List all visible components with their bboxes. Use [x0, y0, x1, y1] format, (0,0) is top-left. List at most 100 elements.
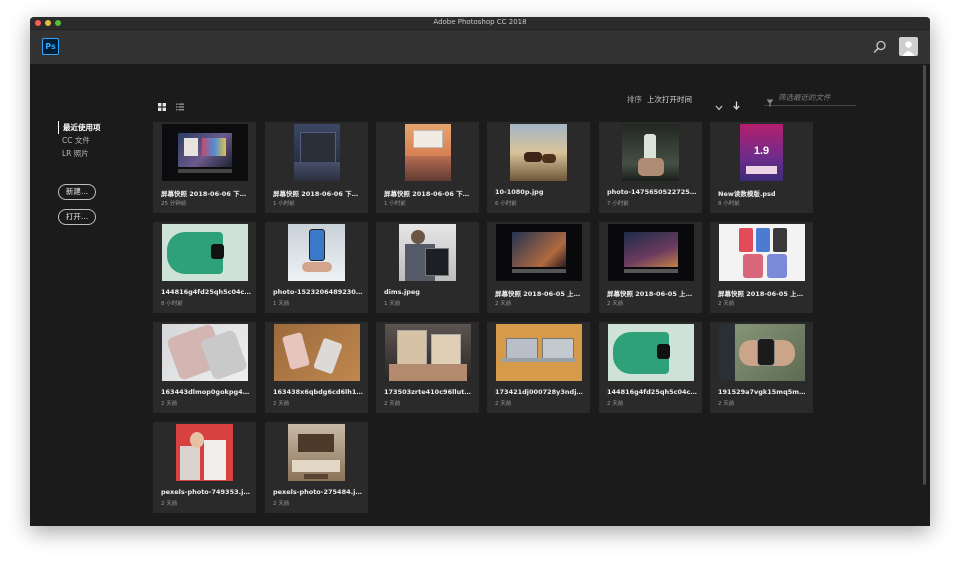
- file-thumbnail[interactable]: [487, 322, 590, 383]
- new-button[interactable]: 新建...: [58, 184, 96, 200]
- file-name: 163438x6qbdg6cd6lh1acb.jpg.thumb: [273, 388, 363, 396]
- file-name: New读数模版.psd: [718, 190, 776, 198]
- sort-label: 排序: [627, 95, 642, 104]
- file-thumbnail[interactable]: [265, 222, 368, 283]
- file-card[interactable]: 屏幕快照 2018-06-05 上午10.09.11 2 天前: [599, 222, 702, 313]
- photoshop-logo: Ps: [42, 38, 59, 55]
- file-name: 144816g4fd25qh5c04c6zt.jpg.thumb: [607, 388, 697, 396]
- file-thumbnail[interactable]: [153, 422, 256, 483]
- file-name: 144816g4fd25qh5c04c6zt.jpg.thumb: [161, 288, 251, 296]
- file-thumbnail[interactable]: [599, 222, 702, 283]
- file-name: photo-1523206489230-c012c64b2: [273, 288, 363, 296]
- file-time: 2 天前: [273, 401, 290, 407]
- file-time: 2 天前: [273, 501, 290, 507]
- file-thumbnail[interactable]: [599, 322, 702, 383]
- file-thumbnail[interactable]: [265, 122, 368, 183]
- vertical-scrollbar[interactable]: [923, 65, 926, 485]
- file-name: 屏幕快照 2018-06-06 下午1.31.15: [273, 190, 363, 198]
- file-time: 2 天前: [718, 301, 735, 307]
- file-name: 173503zrte410c96llutrf.jpg: [384, 388, 474, 396]
- file-thumbnail[interactable]: [153, 322, 256, 383]
- file-time: 2 天前: [607, 401, 624, 407]
- file-name: 10-1080p.jpg: [495, 188, 544, 196]
- file-thumbnail[interactable]: [599, 122, 702, 183]
- sidebar-item-cc-files[interactable]: CC 文件: [58, 134, 101, 147]
- file-time: 1 天前: [384, 301, 401, 307]
- file-card[interactable]: 屏幕快照 2018-06-06 下午1.31.53 25 分钟前: [153, 122, 256, 213]
- file-thumbnail[interactable]: [487, 222, 590, 283]
- file-card[interactable]: 163438x6qbdg6cd6lh1acb.jpg.thumb 2 天前: [265, 322, 368, 413]
- file-card[interactable]: 163443dlmop0gokpg4eea.jpg.thumb 2 天前: [153, 322, 256, 413]
- file-name: pexels-photo-749353.jpeg: [161, 488, 251, 496]
- file-name: 173421dj000728y3ndjjzx.jpg: [495, 388, 585, 396]
- app-header: Ps: [30, 30, 930, 64]
- file-card[interactable]: 144816g4fd25qh5c04c6zt.jpg.thumb 2 天前: [599, 322, 702, 413]
- open-button[interactable]: 打开...: [58, 209, 96, 225]
- file-card[interactable]: dims.jpeg 1 天前: [376, 222, 479, 313]
- file-thumbnail[interactable]: [487, 122, 590, 183]
- sidebar-nav: 最近使用项 CC 文件 LR 照片: [58, 121, 101, 160]
- file-name: 屏幕快照 2018-06-06 下午1.31.53: [161, 190, 251, 198]
- filter-input[interactable]: [778, 90, 854, 104]
- file-time: 2 天前: [384, 401, 401, 407]
- file-card[interactable]: 屏幕快照 2018-06-06 下午1.28.44 1 小时前: [376, 122, 479, 213]
- file-time: 6 小时前: [495, 201, 517, 207]
- sort-select[interactable]: 上次打开时间: [647, 94, 692, 105]
- file-card[interactable]: photo-1523206489230-c012c64b2 1 天前: [265, 222, 368, 313]
- file-card[interactable]: pexels-photo-749353.jpeg 2 天前: [153, 422, 256, 513]
- file-thumbnail[interactable]: [376, 122, 479, 183]
- window-title: Adobe Photoshop CC 2018: [433, 18, 527, 26]
- file-name: pexels-photo-275484.jpeg: [273, 488, 363, 496]
- sidebar-item-lr-photos[interactable]: LR 照片: [58, 147, 101, 160]
- file-time: 2 天前: [495, 301, 512, 307]
- file-name: photo-1475650522725-015d35bb: [607, 188, 697, 196]
- file-name: 屏幕快照 2018-06-05 上午10.09.11: [607, 290, 697, 298]
- title-bar: Adobe Photoshop CC 2018: [30, 17, 930, 30]
- file-card[interactable]: 屏幕快照 2018-06-06 下午1.31.15 1 小时前: [265, 122, 368, 213]
- file-thumbnail[interactable]: [376, 222, 479, 283]
- file-name: dims.jpeg: [384, 288, 420, 296]
- filter-field: [764, 90, 856, 108]
- user-avatar[interactable]: [899, 37, 918, 56]
- file-thumbnail[interactable]: [376, 322, 479, 383]
- file-time: 1 小时前: [273, 201, 295, 207]
- file-thumbnail[interactable]: 1.9: [710, 122, 813, 183]
- file-card[interactable]: 144816g4fd25qh5c04c6zt.jpg.thumb 8 小时前: [153, 222, 256, 313]
- file-card[interactable]: 屏幕快照 2018-06-05 上午9.58.02 2 天前: [710, 222, 813, 313]
- file-time: 8 小时前: [718, 201, 740, 207]
- file-card[interactable]: 屏幕快照 2018-06-05 上午10.12.30 2 天前: [487, 222, 590, 313]
- file-thumbnail[interactable]: [153, 222, 256, 283]
- file-thumbnail[interactable]: [710, 222, 813, 283]
- sidebar-item-recent[interactable]: 最近使用项: [58, 121, 101, 134]
- file-card[interactable]: 10-1080p.jpg 6 小时前: [487, 122, 590, 213]
- file-name: 屏幕快照 2018-06-05 上午9.58.02: [718, 290, 808, 298]
- file-name: 191529a7vgk15mq5mkylxq.jpg.thumb: [718, 388, 808, 396]
- file-card[interactable]: 1.9 New读数模版.psd 8 小时前: [710, 122, 813, 213]
- file-card[interactable]: 191529a7vgk15mq5mkylxq.jpg.thumb 2 天前: [710, 322, 813, 413]
- file-time: 8 小时前: [161, 301, 183, 307]
- file-name: 屏幕快照 2018-06-05 上午10.12.30: [495, 290, 585, 298]
- file-time: 2 天前: [607, 301, 624, 307]
- list-view-icon[interactable]: [176, 96, 184, 111]
- app-window: Adobe Photoshop CC 2018 Ps 最近使用项 CC 文件 L…: [30, 17, 930, 526]
- file-time: 1 天前: [273, 301, 290, 307]
- file-name: 163443dlmop0gokpg4eea.jpg.thumb: [161, 388, 251, 396]
- file-time: 2 天前: [718, 401, 735, 407]
- file-time: 25 分钟前: [161, 201, 187, 207]
- file-time: 7 小时前: [607, 201, 629, 207]
- file-time: 2 天前: [161, 401, 178, 407]
- search-icon[interactable]: [872, 39, 888, 55]
- file-thumbnail[interactable]: [153, 122, 256, 183]
- file-card[interactable]: 173421dj000728y3ndjjzx.jpg 2 天前: [487, 322, 590, 413]
- file-card[interactable]: 173503zrte410c96llutrf.jpg 2 天前: [376, 322, 479, 413]
- file-card[interactable]: pexels-photo-275484.jpeg 2 天前: [265, 422, 368, 513]
- sort-direction-icon[interactable]: [733, 95, 740, 110]
- file-thumbnail[interactable]: [265, 422, 368, 483]
- file-card[interactable]: photo-1475650522725-015d35bb 7 小时前: [599, 122, 702, 213]
- file-thumbnail[interactable]: [710, 322, 813, 383]
- file-time: 1 小时前: [384, 201, 406, 207]
- file-thumbnail[interactable]: [265, 322, 368, 383]
- chevron-down-icon[interactable]: [715, 96, 723, 111]
- file-time: 2 天前: [495, 401, 512, 407]
- grid-view-icon[interactable]: [158, 96, 166, 111]
